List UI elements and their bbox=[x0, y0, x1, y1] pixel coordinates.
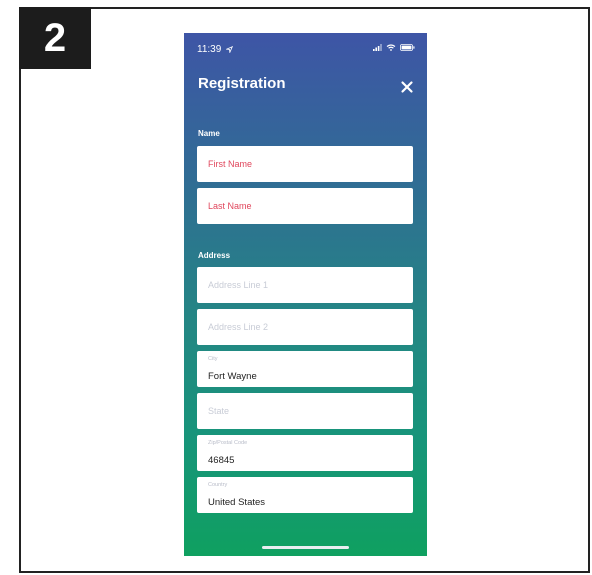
battery-icon bbox=[400, 44, 415, 51]
close-icon bbox=[401, 81, 413, 93]
last-name-field[interactable]: Last Name bbox=[197, 188, 413, 224]
address-line-2-field[interactable]: Address Line 2 bbox=[197, 309, 413, 345]
country-field[interactable]: Country United States bbox=[197, 477, 413, 513]
status-icons bbox=[373, 44, 415, 51]
address-line-1-field[interactable]: Address Line 1 bbox=[197, 267, 413, 303]
zip-code-field[interactable]: Zip/Postal Code 46845 bbox=[197, 435, 413, 471]
city-label: City bbox=[208, 356, 218, 362]
home-indicator[interactable] bbox=[262, 546, 349, 549]
city-value: Fort Wayne bbox=[208, 371, 257, 382]
country-value: United States bbox=[208, 497, 266, 508]
status-time-text: 11:39 bbox=[197, 44, 222, 55]
close-button[interactable] bbox=[399, 79, 415, 95]
first-name-placeholder: First Name bbox=[208, 159, 253, 169]
wifi-icon bbox=[386, 44, 396, 51]
zip-code-value: 46845 bbox=[208, 455, 235, 466]
first-name-field[interactable]: First Name bbox=[197, 146, 413, 182]
name-section-label: Name bbox=[198, 129, 220, 138]
signal-icon bbox=[373, 44, 382, 51]
state-field[interactable]: State bbox=[197, 393, 413, 429]
step-number-badge: 2 bbox=[19, 7, 91, 69]
location-arrow-icon bbox=[226, 45, 234, 53]
status-time: 11:39 bbox=[197, 44, 234, 55]
status-bar: 11:39 bbox=[184, 33, 427, 63]
city-field[interactable]: City Fort Wayne bbox=[197, 351, 413, 387]
last-name-placeholder: Last Name bbox=[208, 201, 252, 211]
zip-code-label: Zip/Postal Code bbox=[208, 440, 248, 446]
address-line-2-placeholder: Address Line 2 bbox=[208, 322, 269, 332]
state-placeholder: State bbox=[208, 406, 230, 416]
address-line-1-placeholder: Address Line 1 bbox=[208, 280, 269, 290]
page-title: Registration bbox=[198, 75, 286, 92]
country-label: Country bbox=[208, 482, 228, 488]
address-section-label: Address bbox=[198, 251, 231, 260]
phone-screen: 11:39 Registration Name First Name Last … bbox=[184, 33, 427, 556]
